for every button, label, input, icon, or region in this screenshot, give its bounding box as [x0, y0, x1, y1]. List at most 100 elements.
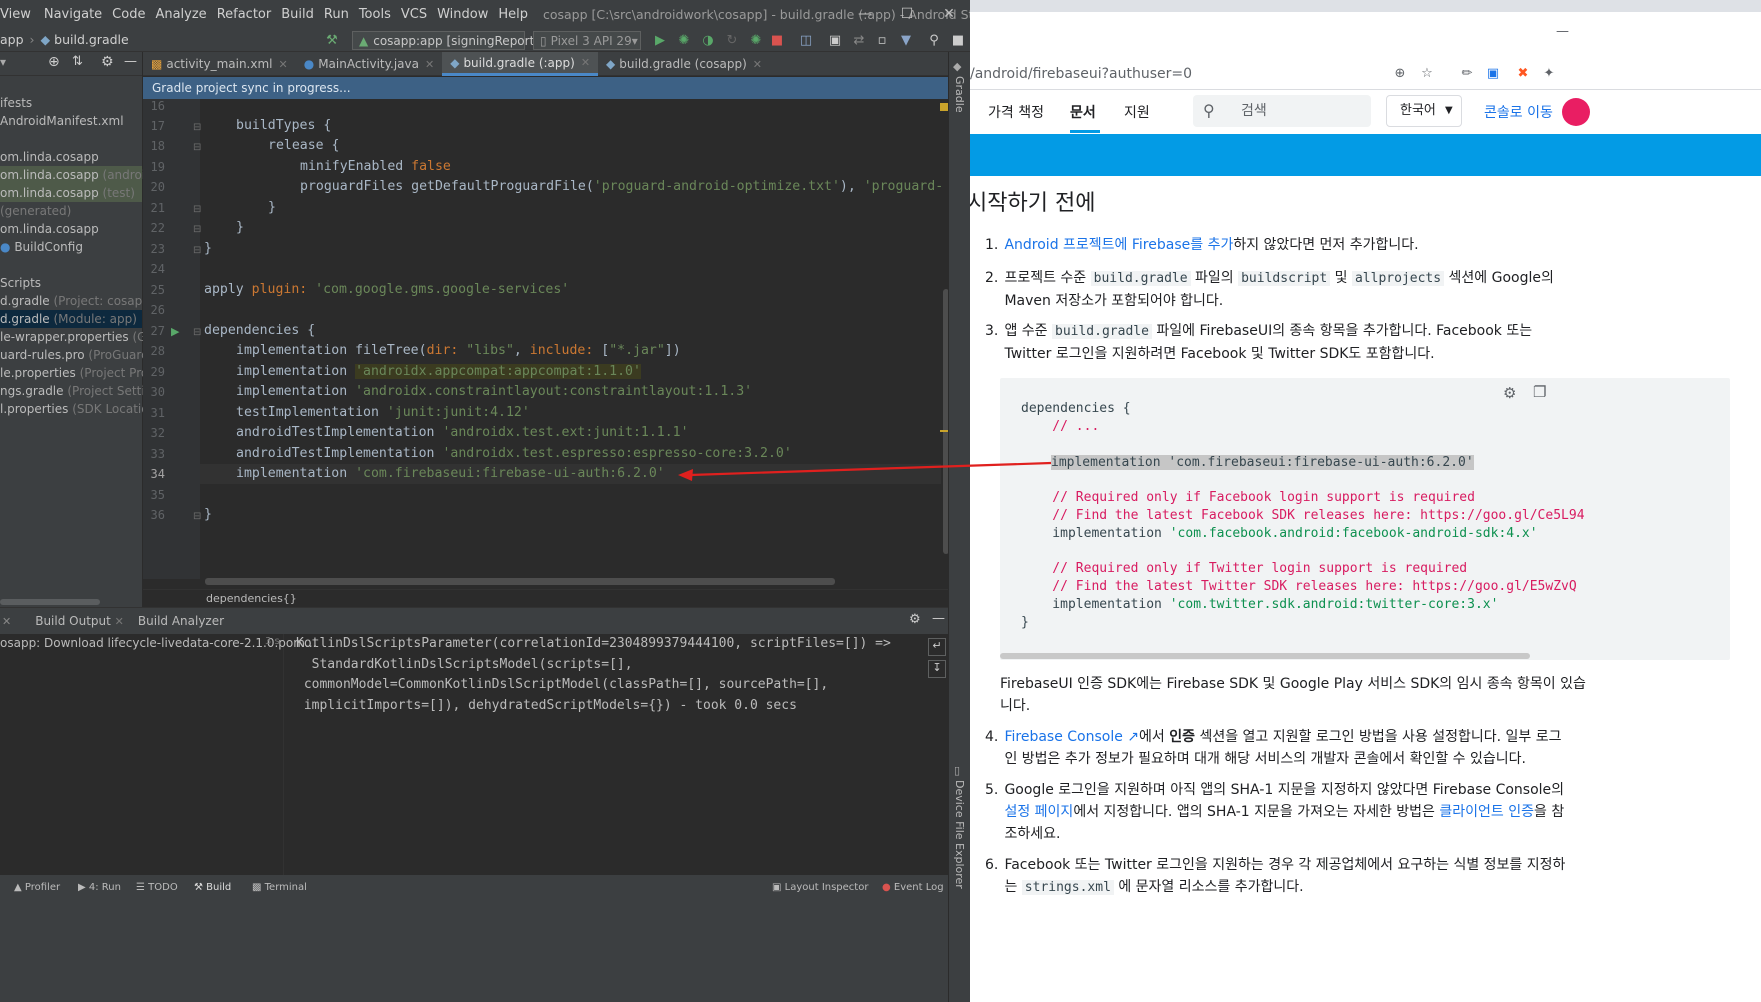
hammer-icon[interactable]: ⚒ — [322, 30, 342, 50]
horizontal-scrollbar[interactable] — [0, 599, 100, 605]
add-firebase-link[interactable]: Android 프로젝트에 Firebase를 추가 — [1004, 237, 1233, 253]
fold-icon[interactable]: ⊟ — [193, 142, 201, 153]
tree-item[interactable]: Scripts — [0, 274, 142, 292]
nav-file[interactable]: build.gradle — [54, 32, 129, 47]
project-structure-icon[interactable]: ◫ — [796, 30, 816, 50]
fold-icon[interactable]: ⊟ — [193, 204, 201, 215]
tool-layout-inspector[interactable]: ▣ Layout Inspector — [772, 882, 868, 893]
run-gutter-icon[interactable]: ▶ — [171, 325, 179, 338]
menu-window[interactable]: Window — [432, 7, 493, 22]
tab-activity-main[interactable]: ▩ activity_main.xml ✕ — [143, 52, 296, 76]
tab-mainactivity[interactable]: ● MainActivity.java ✕ — [296, 52, 442, 76]
tree-item[interactable]: le.properties (Project Properti — [0, 364, 176, 382]
tool-event-log[interactable]: ● Event Log — [882, 882, 944, 893]
firebase-console-link[interactable]: Firebase Console — [1004, 729, 1122, 745]
menu-analyze[interactable]: Analyze — [150, 7, 211, 22]
extension-screen-icon[interactable]: ▣ — [1484, 64, 1502, 82]
close-tab-icon[interactable]: ✕ — [279, 58, 288, 71]
tree-item[interactable]: uard-rules.pro (ProGuard Rule — [0, 346, 179, 364]
user-icon[interactable]: ■ — [948, 30, 968, 50]
tab-build-gradle-cosapp[interactable]: ◆ build.gradle (cosapp) ✕ — [598, 52, 770, 76]
tool-build[interactable]: ⚒ Build — [194, 882, 231, 893]
close-tab-icon[interactable]: ✕ — [115, 615, 124, 628]
close-tab-icon[interactable]: ✕ — [753, 58, 762, 71]
menu-view[interactable]: View — [0, 7, 36, 22]
tree-item[interactable]: om.linda.cosapp (androidTest — [0, 166, 176, 184]
language-select[interactable]: 한국어 ▼ — [1386, 95, 1462, 127]
menu-help[interactable]: Help — [493, 7, 533, 22]
puzzle-icon[interactable]: ✦ — [1540, 64, 1558, 82]
gear-icon[interactable]: ⚙ — [101, 54, 114, 70]
fold-icon[interactable]: ⊟ — [193, 511, 201, 522]
attach-debugger-icon[interactable]: ✺ — [746, 30, 766, 50]
run-icon[interactable]: ▶ — [650, 30, 670, 50]
minimize-icon[interactable]: — — [844, 0, 886, 28]
warning-marker[interactable] — [940, 103, 948, 111]
star-icon[interactable]: ☆ — [1418, 64, 1436, 82]
copy-icon[interactable]: ❐ — [1533, 383, 1546, 401]
tab-build-gradle-app[interactable]: ◆ build.gradle (:app) ✕ — [442, 52, 599, 76]
avatar[interactable] — [1562, 98, 1590, 126]
tree-item-selected[interactable]: d.gradle (Module: app) — [0, 310, 142, 328]
minimize-icon[interactable]: — — [1556, 24, 1569, 39]
sdk-manager-icon[interactable]: ▼ — [896, 30, 916, 50]
menu-navigate[interactable]: Navigate — [36, 7, 107, 22]
soft-wrap-icon[interactable]: ↵ — [928, 638, 946, 656]
device-file-explorer-tool-button[interactable]: Device File Explorer — [953, 780, 966, 889]
fold-icon[interactable]: ⊟ — [193, 122, 201, 133]
nav-module[interactable]: app — [0, 32, 24, 47]
hide-icon[interactable]: — — [932, 611, 945, 626]
tool-run[interactable]: ▶ 4: Run — [78, 882, 121, 893]
collapse-all-icon[interactable]: ⇅ — [72, 54, 83, 69]
tree-item[interactable]: AndroidManifest.xml — [0, 112, 142, 130]
url-field[interactable]: /android/firebaseui?authuser=0 — [970, 60, 1460, 88]
tool-todo[interactable]: ☰ TODO — [136, 882, 178, 893]
go-to-console-link[interactable]: 콘솔로 이동 — [1484, 102, 1553, 122]
device-manager-icon[interactable]: ▫ — [872, 30, 892, 50]
chevron-down-icon[interactable]: ▾ — [0, 55, 6, 69]
code-breadcrumb[interactable]: dependencies{} — [143, 589, 948, 607]
tree-item[interactable]: ● BuildConfig — [0, 238, 142, 256]
coverage-icon[interactable]: ◑ — [698, 30, 718, 50]
search-input[interactable]: ⚲ 검색 — [1193, 95, 1371, 127]
nav-docs[interactable]: 문서 — [1070, 102, 1096, 122]
tree-item[interactable]: om.linda.cosapp — [0, 148, 142, 166]
extension-block-icon[interactable]: ✖ — [1514, 64, 1532, 82]
menu-vcs[interactable]: VCS — [396, 7, 432, 22]
settings-page-link[interactable]: 설정 페이지 — [1004, 804, 1073, 820]
nav-pricing[interactable]: 가격 책정 — [988, 102, 1044, 122]
tree-item[interactable]: om.linda.cosapp (test) — [0, 184, 142, 202]
client-auth-link[interactable]: 클라이언트 인증 — [1439, 804, 1534, 820]
close-icon[interactable]: ✕ — [928, 0, 970, 28]
stop-icon[interactable]: ■ — [767, 30, 787, 50]
menu-code[interactable]: Code — [107, 7, 150, 22]
menu-run[interactable]: Run — [319, 7, 354, 22]
run-config-select[interactable]: ▲ cosapp:app [signingReport] ▾ — [352, 31, 545, 50]
menu-build[interactable]: Build — [276, 7, 319, 22]
tree-item[interactable]: om.linda.cosapp — [0, 220, 142, 238]
tree-item[interactable]: (generated) — [0, 202, 142, 220]
close-tab-icon[interactable]: ✕ — [581, 56, 590, 69]
nav-support[interactable]: 지원 — [1124, 102, 1150, 122]
tab-build-output[interactable]: Build Output ✕ — [11, 614, 138, 628]
tab-build-analyzer[interactable]: Build Analyzer — [138, 614, 238, 628]
locate-icon[interactable]: ⊕ — [48, 54, 60, 70]
gear-icon[interactable]: ⚙ — [909, 612, 921, 627]
menu-refactor[interactable]: Refactor — [212, 7, 277, 22]
gradle-tool-button[interactable]: Gradle — [953, 76, 966, 113]
profile-icon[interactable]: ↻ — [722, 30, 742, 50]
scroll-to-end-icon[interactable]: ↧ — [928, 660, 946, 678]
close-tab-icon[interactable]: ✕ — [2, 615, 11, 628]
debug-icon[interactable]: ✺ — [674, 30, 694, 50]
code-sample-scrollbar[interactable] — [1000, 653, 1530, 659]
hide-icon[interactable]: — — [124, 54, 137, 69]
fold-icon[interactable]: ⊟ — [193, 245, 201, 256]
eyedropper-icon[interactable]: ✏ — [1458, 64, 1476, 82]
tool-profiler[interactable]: ▲ Profiler — [14, 882, 60, 893]
add-icon[interactable]: ⊕ — [1391, 64, 1409, 82]
sync-gradle-icon[interactable]: ⇄ — [849, 30, 869, 50]
search-icon[interactable]: ⚲ — [924, 30, 944, 50]
close-tab-icon[interactable]: ✕ — [425, 58, 434, 71]
tree-item[interactable]: ifests — [0, 94, 142, 112]
menu-tools[interactable]: Tools — [354, 7, 396, 22]
